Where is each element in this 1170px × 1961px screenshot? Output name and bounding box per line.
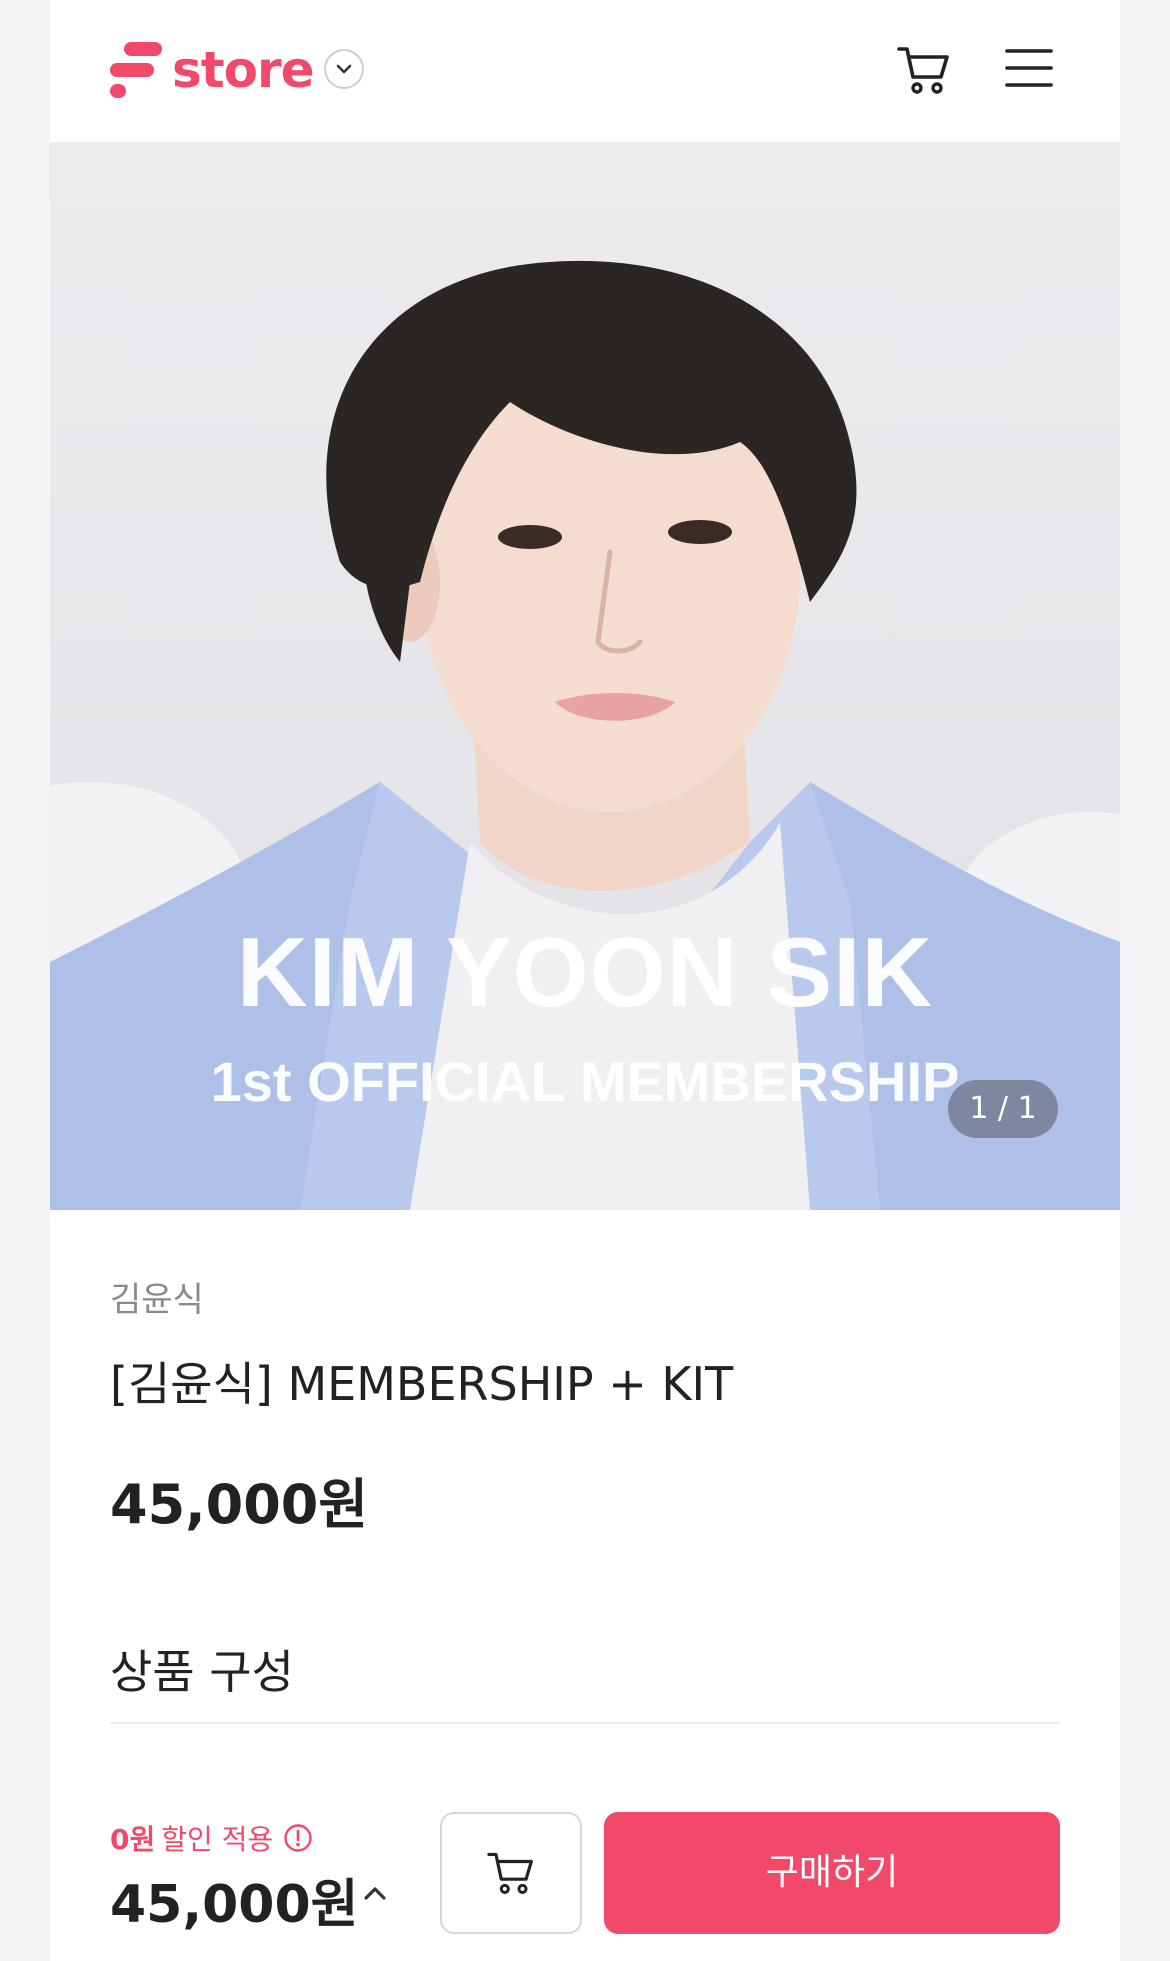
- artist-name[interactable]: 김윤식: [110, 1272, 204, 1321]
- store-logo[interactable]: store: [110, 41, 315, 99]
- buy-now-button[interactable]: 구매하기: [604, 1812, 1060, 1934]
- total-price: 45,000원: [110, 1875, 359, 1935]
- hamburger-menu-icon[interactable]: [1004, 46, 1054, 90]
- discount-info: 0원 할인 적용: [110, 1818, 313, 1858]
- product-price: 45,000원: [110, 1473, 369, 1536]
- store-switcher-button[interactable]: [324, 49, 364, 89]
- product-title: [김윤식] MEMBERSHIP + KIT: [110, 1357, 734, 1411]
- store-logo-mark-icon: [110, 42, 162, 98]
- product-composition-heading: 상품 구성: [110, 1645, 294, 1699]
- discount-amount: 0원: [110, 1823, 156, 1856]
- image-counter-badge: 1 / 1: [948, 1080, 1058, 1138]
- add-to-cart-button[interactable]: [440, 1812, 582, 1934]
- chevron-up-icon[interactable]: [358, 1876, 392, 1910]
- discount-label: 할인 적용: [161, 1823, 274, 1856]
- cart-icon: [487, 1852, 533, 1894]
- info-circle-icon[interactable]: [283, 1823, 313, 1853]
- hero-overlay-title: KIM YOON SIK: [236, 917, 934, 1027]
- section-divider: [110, 1722, 1060, 1724]
- chevron-down-icon: [336, 64, 352, 74]
- product-image-carousel[interactable]: KIM YOON SIK 1st OFFICIAL MEMBERSHIP 1 /…: [50, 142, 1120, 1210]
- cart-icon[interactable]: [896, 44, 952, 96]
- logo-text: store: [172, 41, 315, 99]
- product-page: store KIM YOON SIK 1st OFFICIAL MEMBERSH…: [50, 0, 1120, 1961]
- top-header: store: [50, 0, 1120, 142]
